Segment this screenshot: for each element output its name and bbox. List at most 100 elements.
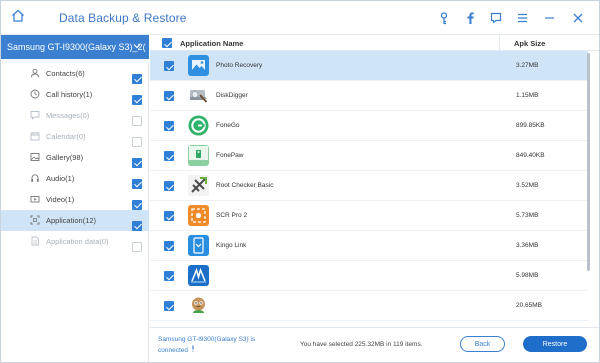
connection-text: Samsung GT-I9300(Galaxy S3) is connected (158, 336, 256, 354)
app-name: FoneGo (216, 122, 240, 129)
sidebar-item-label: Video(1) (46, 195, 75, 204)
row-checkbox[interactable] (164, 91, 174, 101)
device-name: Samsung GT-I9300(Galaxy S3)_2( (7, 42, 146, 52)
apk-size: 1.15MB (516, 92, 539, 99)
row-checkbox[interactable] (164, 151, 174, 161)
android-app-icon (188, 295, 209, 316)
row-checkbox[interactable] (164, 301, 174, 311)
sidebar-item-label: Call history(1) (46, 90, 93, 99)
sidebar-item-call-history[interactable]: Call history(1) (1, 84, 149, 105)
sidebar-item-label: Gallery(98) (46, 153, 84, 162)
column-header-name[interactable]: Application Name (180, 39, 243, 48)
fonego-icon (188, 115, 209, 136)
category-checkbox[interactable] (132, 157, 142, 168)
sidebar-item-audio[interactable]: Audio(1) (1, 168, 149, 189)
category-checkbox[interactable] (132, 178, 142, 189)
facebook-icon[interactable] (462, 10, 478, 26)
warning-icon (190, 345, 196, 354)
category-checkbox[interactable] (132, 136, 142, 147)
apk-size: 899.85KB (516, 122, 545, 129)
category-checkbox[interactable] (132, 199, 142, 210)
sidebar-item-label: Application(12) (46, 216, 97, 225)
sidebar-item-label: Messages(0) (46, 111, 90, 120)
device-dropdown[interactable]: Samsung GT-I9300(Galaxy S3)_2( (1, 35, 149, 59)
connection-status[interactable]: Samsung GT-I9300(Galaxy S3) is connected (158, 335, 278, 356)
sidebar-item-label: Application data(0) (46, 237, 109, 246)
scrollbar[interactable] (586, 51, 592, 327)
row-checkbox[interactable] (164, 271, 174, 281)
app-name: DiskDigger (216, 92, 248, 99)
sidebar-item-video[interactable]: Video(1) (1, 189, 149, 210)
gallery-icon (30, 152, 40, 162)
category-checkbox[interactable] (132, 220, 142, 231)
sidebar: Samsung GT-I9300(Galaxy S3)_2( Contacts(… (1, 35, 149, 362)
row-checkbox[interactable] (164, 241, 174, 251)
apk-size: 20.65MB (516, 302, 543, 309)
select-all-checkbox[interactable] (162, 38, 172, 48)
sidebar-item-application-data[interactable]: Application data(0) (1, 231, 149, 252)
call-history-icon (30, 89, 40, 99)
messages-icon (30, 110, 40, 120)
key-icon[interactable] (436, 10, 452, 26)
home-button[interactable] (1, 1, 35, 35)
column-divider (499, 35, 500, 51)
video-icon (30, 194, 40, 204)
app-window: Data Backup & Restore Samsung GT-I9300(G… (0, 0, 600, 363)
table-header: Application Name Apk Size (150, 35, 599, 51)
apk-size: 3.27MB (516, 62, 539, 69)
table-row[interactable]: FonePaw 849.40KB (150, 141, 588, 171)
contacts-icon (30, 68, 40, 78)
restore-button[interactable]: Restore (523, 336, 587, 352)
fonepaw-icon (188, 145, 209, 166)
table-row[interactable]: 20.65MB (150, 291, 588, 321)
table-body: Photo Recovery 3.27MB DiskDigger 1.15MB Fone… (150, 51, 588, 321)
menu-icon[interactable] (514, 10, 530, 26)
app-title: Data Backup & Restore (59, 11, 187, 25)
app-name: Photo Recovery (216, 62, 263, 69)
photo-recovery-icon (188, 55, 209, 76)
minimize-icon[interactable] (541, 10, 557, 26)
close-icon[interactable] (570, 10, 586, 26)
root-checker-icon (188, 175, 209, 196)
table-row[interactable]: 5.98MB (150, 261, 588, 291)
sidebar-item-calendar[interactable]: Calendar(0) (1, 126, 149, 147)
row-checkbox[interactable] (164, 181, 174, 191)
column-header-size[interactable]: Apk Size (514, 39, 545, 48)
calendar-icon (30, 131, 40, 141)
app-table: Application Name Apk Size Photo Recovery… (150, 35, 599, 327)
chevron-down-icon (133, 41, 141, 51)
app-name: SCR Pro 2 (216, 212, 248, 219)
category-checkbox[interactable] (132, 241, 142, 252)
row-checkbox[interactable] (164, 211, 174, 221)
sidebar-item-label: Contacts(6) (46, 69, 85, 78)
sidebar-item-application[interactable]: Application(12) (1, 210, 149, 231)
row-checkbox[interactable] (164, 61, 174, 71)
category-checkbox[interactable] (132, 73, 142, 84)
footer: Samsung GT-I9300(Galaxy S3) is connected… (150, 327, 599, 362)
scroll-thumb[interactable] (587, 53, 590, 271)
sidebar-item-gallery[interactable]: Gallery(98) (1, 147, 149, 168)
category-checkbox[interactable] (132, 94, 142, 105)
apk-size: 5.73MB (516, 212, 539, 219)
sidebar-item-messages[interactable]: Messages(0) (1, 105, 149, 126)
selection-summary: You have selected 225.32MB in 119 items. (300, 341, 423, 348)
table-row[interactable]: Root Checker Basic 3.52MB (150, 171, 588, 201)
sidebar-item-contacts[interactable]: Contacts(6) (1, 63, 149, 84)
apk-size: 3.36MB (516, 242, 539, 249)
table-row[interactable]: FoneGo 899.85KB (150, 111, 588, 141)
table-row[interactable]: SCR Pro 2 5.73MB (150, 201, 588, 231)
sidebar-item-label: Audio(1) (46, 174, 75, 183)
table-row[interactable]: DiskDigger 1.15MB (150, 81, 588, 111)
app-name: FonePaw (216, 152, 244, 159)
apk-size: 3.52MB (516, 182, 539, 189)
apk-size: 5.98MB (516, 272, 539, 279)
category-checkbox[interactable] (132, 115, 142, 126)
table-row[interactable]: Photo Recovery 3.27MB (150, 51, 588, 81)
row-checkbox[interactable] (164, 121, 174, 131)
feedback-icon[interactable] (488, 10, 504, 26)
apk-size: 849.40KB (516, 152, 545, 159)
category-list: Contacts(6) Call history(1) Messages(0) Cal… (1, 63, 149, 252)
table-row[interactable]: Kingo Link 3.36MB (150, 231, 588, 261)
sidebar-item-label: Calendar(0) (46, 132, 86, 141)
back-button[interactable]: Back (460, 336, 505, 352)
